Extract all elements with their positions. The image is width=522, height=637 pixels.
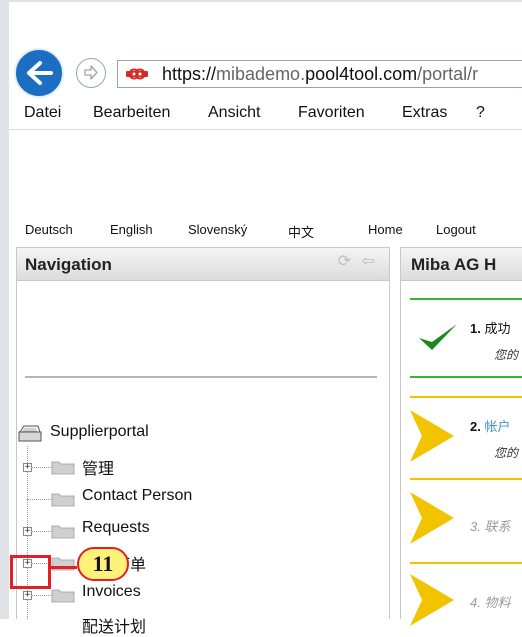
window-top-edge — [0, 0, 522, 2]
tree-item-requests[interactable]: Requests — [82, 519, 150, 537]
tree-root-supplierportal[interactable]: Supplierportal — [50, 423, 149, 441]
drawer-icon — [18, 425, 42, 442]
folder-icon — [51, 461, 75, 475]
company-header: Miba AG H — [400, 247, 522, 281]
step-3-number: 3. — [470, 519, 481, 534]
address-bar[interactable]: https://mibademo.pool4tool.com/portal/r — [117, 60, 522, 88]
url-host: pool4tool.com — [305, 64, 418, 84]
step-1-subtitle: 您的 — [494, 348, 519, 362]
window-left-edge — [0, 0, 9, 619]
step-2-title[interactable]: 2. 帐户 — [470, 416, 510, 435]
url-path: /portal/r — [417, 64, 479, 84]
step-3: 3. 联系 — [410, 478, 522, 558]
menu-help[interactable]: ? — [476, 104, 485, 122]
navigation-header-icons: ⟳ ⇦ — [338, 251, 375, 271]
checkmark-icon — [419, 324, 457, 350]
folder-icon — [51, 589, 75, 603]
step-1-label: 成功 — [484, 321, 511, 336]
back-arrow-icon — [27, 61, 53, 85]
tree-item-delivery-schedule[interactable]: 配送计划 — [82, 613, 146, 637]
folder-icon — [51, 493, 75, 507]
home-link[interactable]: Home — [368, 222, 403, 237]
folder-icon — [51, 525, 75, 539]
lang-chinese[interactable]: 中文 — [288, 222, 314, 241]
site-favicon-icon — [126, 68, 148, 80]
navigation-divider — [25, 376, 377, 378]
arrow-right-icon — [410, 492, 454, 544]
menu-favoriten[interactable]: Favoriten — [298, 104, 365, 122]
callout-highlight-box — [10, 555, 51, 589]
menu-divider — [9, 129, 522, 130]
back-button[interactable] — [14, 48, 64, 98]
step-1-title[interactable]: 1. 成功 — [470, 318, 510, 337]
step-4-title: 4. 物料 — [470, 592, 510, 611]
url-text: https://mibademo.pool4tool.com/portal/r — [162, 64, 478, 85]
step-3-label: 联系 — [484, 519, 511, 534]
collapse-arrow-icon[interactable]: ⇦ — [362, 253, 375, 270]
url-scheme: https:// — [162, 64, 217, 84]
step-2: 2. 帐户 您的 — [410, 396, 522, 476]
arrow-right-icon — [410, 574, 454, 626]
lang-deutsch[interactable]: Deutsch — [25, 222, 73, 237]
tree-item-management[interactable]: 管理 — [82, 455, 114, 479]
navigation-title: Navigation — [25, 255, 112, 274]
tree-connector — [27, 499, 51, 500]
tree-item-contact-person[interactable]: Contact Person — [82, 487, 192, 505]
company-title: Miba AG H — [411, 255, 497, 274]
step-2-number: 2. — [470, 419, 481, 434]
lang-english[interactable]: English — [110, 222, 153, 237]
step-1: 1. 成功 您的 — [410, 298, 522, 378]
navigation-header: Navigation ⟳ ⇦ — [16, 247, 390, 281]
expand-toggle-icon[interactable]: + — [23, 463, 32, 472]
forward-arrow-icon — [84, 65, 98, 80]
lang-slovensky[interactable]: Slovenský — [188, 222, 247, 237]
logout-link[interactable]: Logout — [436, 222, 476, 237]
step-1-number: 1. — [470, 321, 481, 336]
callout-connector — [51, 566, 77, 569]
step-4-number: 4. — [470, 595, 481, 610]
arrow-right-icon — [410, 410, 454, 462]
step-4: 4. 物料 — [410, 562, 522, 632]
expand-toggle-icon[interactable]: + — [23, 591, 32, 600]
menu-datei[interactable]: Datei — [24, 104, 61, 122]
forward-button[interactable] — [76, 58, 106, 88]
refresh-icon[interactable]: ⟳ — [338, 253, 351, 270]
tree-item-invoices[interactable]: Invoices — [82, 583, 141, 601]
menu-ansicht[interactable]: Ansicht — [208, 104, 260, 122]
step-4-label: 物料 — [484, 595, 511, 610]
menu-extras[interactable]: Extras — [402, 104, 447, 122]
expand-toggle-icon[interactable]: + — [23, 527, 32, 536]
step-2-subtitle: 您的 — [494, 446, 519, 460]
url-subdomain: mibademo. — [216, 64, 306, 84]
callout-number-badge: 11 — [77, 547, 129, 581]
menu-bar: Datei Bearbeiten Ansicht Favoriten Extra… — [9, 104, 522, 128]
step-2-label: 帐户 — [484, 419, 511, 434]
step-3-title: 3. 联系 — [470, 516, 510, 535]
menu-bearbeiten[interactable]: Bearbeiten — [93, 104, 170, 122]
